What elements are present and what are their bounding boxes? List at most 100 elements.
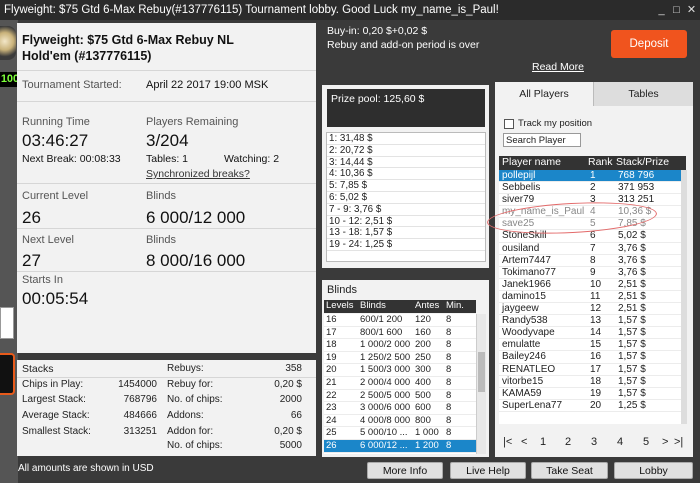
page-3[interactable]: 3: [591, 436, 597, 448]
table-cell: KAMA59: [502, 387, 542, 399]
players-scrollbar[interactable]: [681, 170, 687, 424]
list-item: 1: 31,48 $: [327, 133, 485, 145]
chips-in-play-label: Chips in Play:: [22, 379, 84, 390]
page-5[interactable]: 5: [643, 436, 649, 448]
deposit-button[interactable]: Deposit: [611, 30, 687, 58]
table-row[interactable]: damino15 11 2,51 $: [499, 290, 686, 304]
more-info-button[interactable]: More Info: [367, 462, 443, 479]
live-help-button[interactable]: Live Help: [450, 462, 526, 479]
table-row[interactable]: 25 5 000/10 ... 1 000 8: [324, 427, 476, 440]
table-row[interactable]: 22 2 500/5 000 500 8: [324, 390, 476, 403]
table-cell: 1 250/2 500: [360, 351, 411, 363]
table-cell: 800: [415, 414, 431, 426]
minimize-button[interactable]: _: [654, 3, 669, 17]
watching-count: Watching: 2: [224, 153, 280, 165]
rebuys-value: 358: [285, 363, 302, 374]
table-cell: ousiland: [502, 242, 540, 254]
list-item: 2: 20,72 $: [327, 145, 485, 157]
table-cell: 1 000: [415, 427, 439, 439]
synchronized-breaks-link[interactable]: Synchronized breaks?: [146, 168, 250, 180]
table-row[interactable]: Woodyvape 14 1,57 $: [499, 327, 686, 340]
table-row[interactable]: Artem7447 8 3,76 $: [499, 255, 686, 267]
table-cell: 20: [590, 399, 602, 411]
next-page-button[interactable]: >: [662, 436, 668, 448]
table-row[interactable]: jaygeew 12 2,51 $: [499, 303, 686, 316]
avatar: [0, 26, 16, 60]
table-cell: 11: [590, 290, 601, 302]
tab-tables[interactable]: Tables: [593, 82, 693, 106]
table-row[interactable]: 26 6 000/12 ... 1 200 8: [324, 439, 476, 453]
table-row[interactable]: 17 800/1 600 160 8: [324, 327, 476, 340]
page-4[interactable]: 4: [617, 436, 623, 448]
started-label: Tournament Started:: [22, 79, 122, 91]
table-row[interactable]: KAMA59 19 1,57 $: [499, 388, 686, 400]
table-row[interactable]: Bailey246 16 1,57 $: [499, 351, 686, 364]
table-cell: 9: [590, 266, 596, 278]
list-item: 10 - 12: 2,51 $: [327, 216, 485, 228]
table-cell: 18: [326, 339, 337, 351]
addon-for-label: Addon for:: [167, 426, 214, 437]
table-row[interactable]: 24 4 000/8 000 800 8: [324, 415, 476, 428]
column-header[interactable]: Levels: [326, 300, 353, 311]
table-cell: 3,76 $: [618, 242, 646, 254]
table-row[interactable]: ousiland 7 3,76 $: [499, 243, 686, 255]
tab-all-players[interactable]: All Players: [495, 82, 593, 106]
table-row[interactable]: pollepijl 1 768 796: [499, 170, 686, 183]
addon-chips-label: No. of chips:: [167, 440, 223, 451]
average-stack-value: 484666: [123, 410, 157, 421]
background-action-button[interactable]: [0, 353, 15, 395]
starts-in-value: 00:05:54: [22, 289, 89, 308]
table-row[interactable]: Sebbelis 2 371 953: [499, 182, 686, 195]
table-cell: 1,57 $: [618, 315, 646, 327]
column-header[interactable]: Rank: [588, 156, 613, 168]
table-row[interactable]: 21 2 000/4 000 400 8: [324, 377, 476, 390]
table-cell: damino15: [502, 290, 546, 302]
lobby-button[interactable]: Lobby: [614, 462, 693, 479]
read-more-link[interactable]: Read More: [532, 61, 584, 73]
take-seat-button[interactable]: Take Seat: [531, 462, 608, 479]
prize-pool-panel: Prize pool: 125,60 $ 1: 31,48 $ 2: 20,72…: [322, 85, 489, 268]
current-level-label: Current Level: [22, 190, 89, 202]
table-row[interactable]: RENATLEO 17 1,57 $: [499, 364, 686, 376]
table-cell: Randy538: [502, 315, 548, 327]
table-cell: 300: [415, 364, 431, 376]
table-row[interactable]: 23 3 000/6 000 600 8: [324, 402, 476, 415]
first-page-button[interactable]: |<: [503, 436, 512, 448]
page-2[interactable]: 2: [565, 436, 571, 448]
table-row[interactable]: Tokimano77 9 3,76 $: [499, 267, 686, 279]
column-header[interactable]: Stack/Prize: [616, 156, 669, 168]
table-cell: 6 000/12 ...: [360, 439, 408, 451]
column-header[interactable]: Player name: [502, 156, 561, 168]
close-button[interactable]: ✕: [684, 3, 699, 17]
table-row[interactable]: 16 600/1 200 120 8: [324, 314, 476, 327]
blinds-scrollbar[interactable]: [476, 314, 486, 454]
table-cell: Bailey246: [502, 351, 546, 363]
table-row[interactable]: vitorbe15 18 1,57 $: [499, 376, 686, 388]
blinds-header: Levels Blinds Antes Min.: [324, 300, 476, 313]
prev-page-button[interactable]: <: [521, 436, 527, 448]
table-row[interactable]: Janek1966 10 2,51 $: [499, 279, 686, 291]
maximize-button[interactable]: □: [669, 3, 684, 17]
track-position-checkbox[interactable]: [504, 119, 514, 129]
table-row[interactable]: SuperLena77 20 1,25 $: [499, 400, 686, 412]
table-row[interactable]: Randy538 13 1,57 $: [499, 315, 686, 328]
table-cell: 16: [590, 351, 602, 363]
prize-list: 1: 31,48 $ 2: 20,72 $ 3: 14,44 $ 4: 10,3…: [326, 132, 486, 262]
list-item: 7 - 9: 3,76 $: [327, 204, 485, 216]
table-row[interactable]: 18 1 000/2 000 200 8: [324, 339, 476, 352]
table-row[interactable]: emulatte 15 1,57 $: [499, 339, 686, 352]
page-1[interactable]: 1: [540, 436, 546, 448]
column-header[interactable]: Min.: [446, 300, 464, 311]
table-cell: 8: [446, 389, 452, 401]
last-page-button[interactable]: >|: [674, 436, 683, 448]
addon-chips-value: 5000: [279, 440, 302, 451]
table-cell: 1,57 $: [618, 363, 646, 375]
table-row[interactable]: 19 1 250/2 500 250 8: [324, 352, 476, 365]
column-header[interactable]: Blinds: [360, 300, 386, 311]
table-row[interactable]: 20 1 500/3 000 300 8: [324, 364, 476, 377]
search-input[interactable]: [503, 133, 581, 147]
largest-stack-value: 768796: [123, 394, 157, 405]
background-input[interactable]: [0, 307, 14, 339]
list-item: 4: 10,36 $: [327, 168, 485, 181]
column-header[interactable]: Antes: [415, 300, 439, 311]
